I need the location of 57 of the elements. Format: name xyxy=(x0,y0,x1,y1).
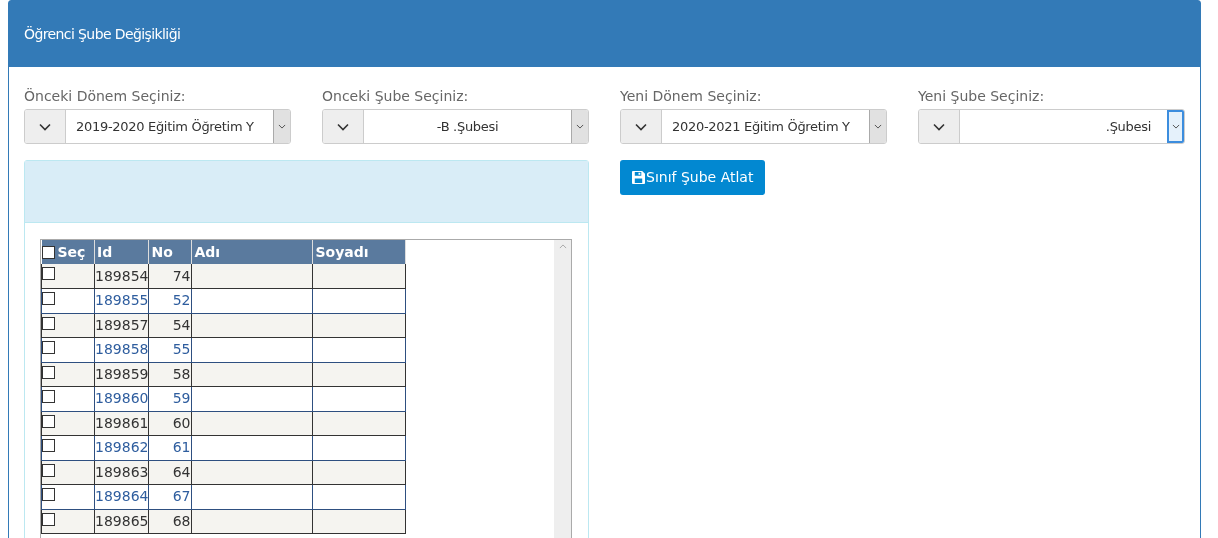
field-label: Yeni Dönem Seçiniz: xyxy=(620,87,763,106)
select-value: -B .Şubesi xyxy=(435,117,500,136)
table-cell: 59 xyxy=(148,386,192,411)
table-cell: 67 xyxy=(148,484,192,509)
caret-icon xyxy=(1171,124,1180,129)
table-cell: 189865 xyxy=(94,509,149,534)
table-cell: 189854 xyxy=(94,264,149,289)
caret-icon xyxy=(874,124,882,129)
select-value: .Şubesi xyxy=(1104,117,1152,136)
field-label: Yeni Şube Seçiniz: xyxy=(918,87,1046,106)
table-cell: 55 xyxy=(148,337,192,362)
save-button[interactable]: Sınıf Şube Atlat xyxy=(620,160,766,195)
table-cell: 58 xyxy=(148,362,192,387)
checkbox[interactable] xyxy=(42,365,55,379)
table-cell: 189859 xyxy=(94,362,149,387)
dropdown-select[interactable]: 2020-2021 Eğitim Öğretim Y xyxy=(620,109,887,144)
table-cell: 189855 xyxy=(94,288,149,313)
checkbox[interactable] xyxy=(42,341,55,354)
caret-icon xyxy=(278,124,286,129)
chevron-down-icon xyxy=(39,122,51,131)
checkbox[interactable] xyxy=(42,488,55,501)
checkbox[interactable] xyxy=(42,439,55,452)
column-title: Seç xyxy=(57,242,86,262)
checkbox[interactable] xyxy=(42,414,55,428)
field-label: Önceki Dönem Seçiniz: xyxy=(24,87,187,106)
checkbox[interactable] xyxy=(42,512,55,526)
select-value: 2020-2021 Eğitim Öğretim Y xyxy=(671,117,851,136)
dropdown-select[interactable]: -B .Şubesi xyxy=(322,109,589,144)
checkbox[interactable] xyxy=(42,267,55,280)
dropdown-select[interactable]: 2019-2020 Eğitim Öğretim Y xyxy=(24,109,291,144)
checkbox[interactable] xyxy=(42,292,55,305)
table-cell: 189862 xyxy=(94,435,149,460)
table-cell: 189858 xyxy=(94,337,149,362)
checkbox[interactable] xyxy=(42,463,55,477)
chevron-down-icon xyxy=(337,122,349,131)
table-cell: 189861 xyxy=(94,411,149,436)
table-cell: 54 xyxy=(148,313,192,338)
chevron-down-icon xyxy=(635,122,647,131)
table-cell: 64 xyxy=(148,460,192,485)
table-cell: 189863 xyxy=(94,460,149,485)
table-cell: 189864 xyxy=(94,484,149,509)
dropdown-select[interactable]: .Şubesi xyxy=(918,109,1185,144)
checkbox[interactable] xyxy=(41,245,55,259)
caret-icon xyxy=(576,124,584,129)
select-value: 2019-2020 Eğitim Öğretim Y xyxy=(75,117,255,136)
panel-title: Öğrenci Şube Değişikliği xyxy=(24,24,181,44)
table-cell: 74 xyxy=(148,264,192,289)
table-cell: 52 xyxy=(148,288,192,313)
checkbox[interactable] xyxy=(42,316,55,330)
checkbox[interactable] xyxy=(42,390,55,403)
table-cell: 68 xyxy=(148,509,192,534)
table-cell: 61 xyxy=(148,435,192,460)
table-cell: 189860 xyxy=(94,386,149,411)
chevron-down-icon xyxy=(933,122,945,131)
table-cell: 60 xyxy=(148,411,192,436)
field-label: Onceki Şube Seçiniz: xyxy=(322,87,470,106)
table-cell: 189857 xyxy=(94,313,149,338)
